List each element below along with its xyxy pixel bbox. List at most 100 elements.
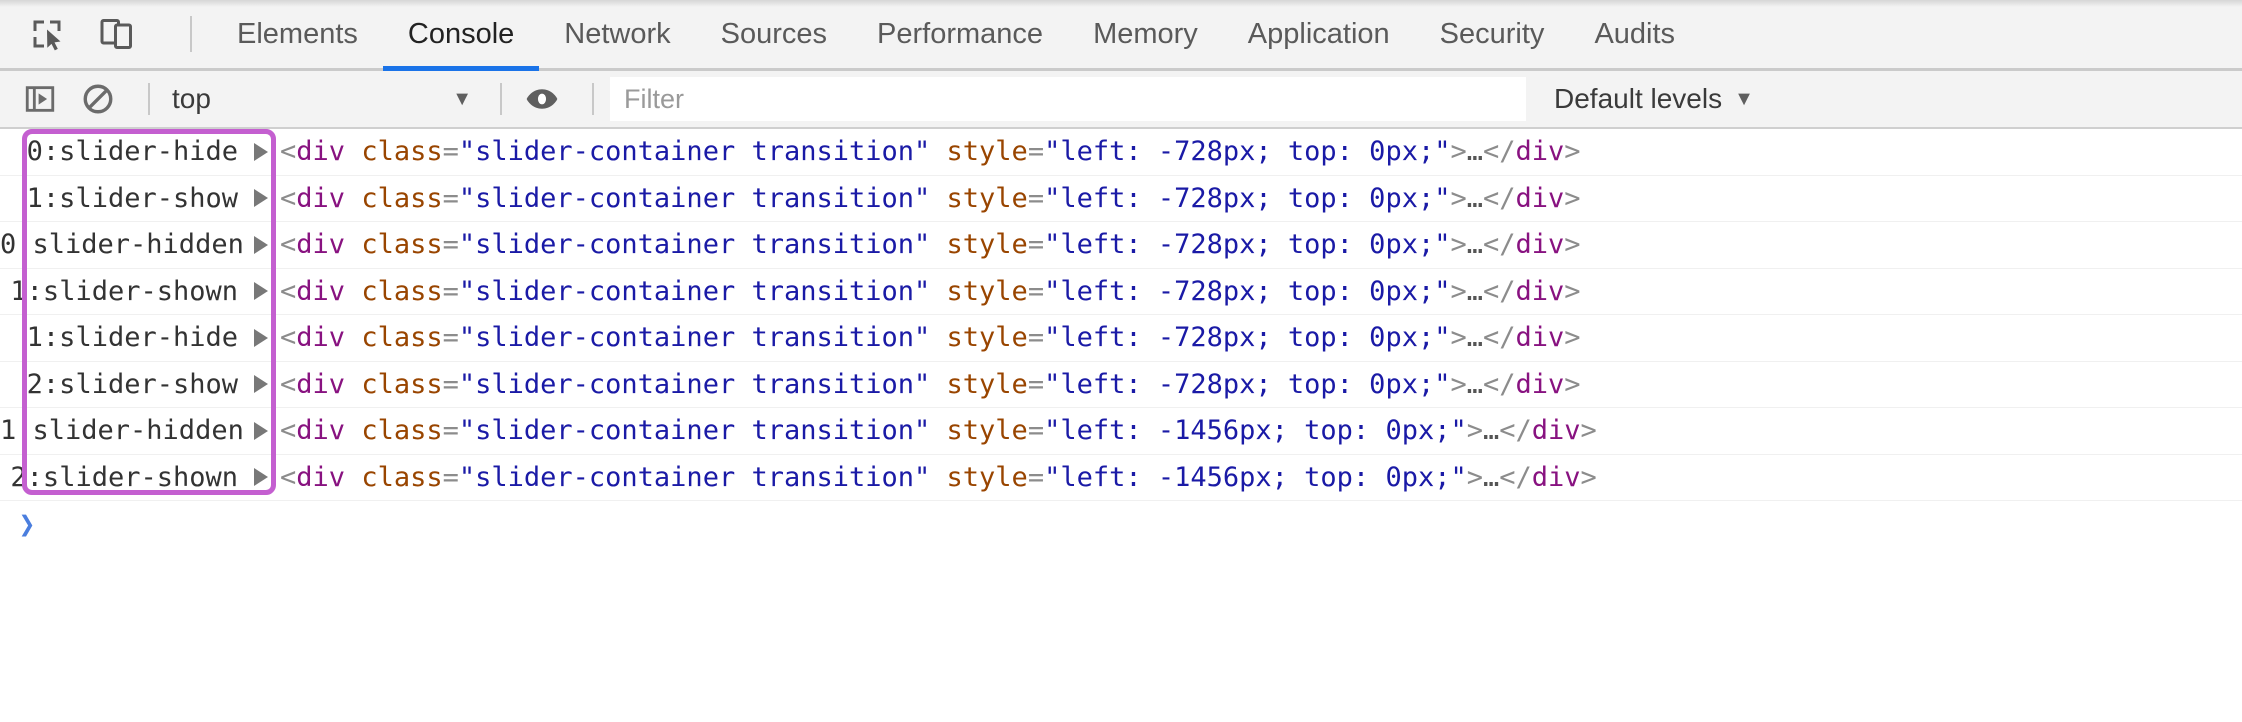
markup-token: > [1450, 229, 1467, 261]
markup-token: class [361, 229, 443, 261]
markup-token: style [946, 136, 1028, 168]
toolbar-divider-1 [148, 83, 150, 115]
tab-application[interactable]: Application [1223, 0, 1415, 68]
device-toolbar-icon[interactable] [94, 11, 140, 57]
markup-token: class [361, 322, 443, 354]
triangle-glyph [254, 282, 268, 301]
markup-token: < [280, 136, 297, 168]
console-log-markup: <div class="slider-container transition"… [276, 415, 2242, 446]
tab-sources[interactable]: Sources [696, 0, 852, 68]
markup-token: div [296, 415, 346, 447]
markup-token: … [1466, 229, 1483, 261]
console-log-row[interactable]: 1:slider-show <div class="slider-containe… [0, 176, 2242, 222]
markup-token [930, 415, 946, 446]
expand-triangle-icon[interactable] [246, 375, 276, 394]
markup-token: = [1027, 415, 1045, 447]
console-log-markup: <div class="slider-container transition"… [276, 136, 2242, 167]
tab-performance[interactable]: Performance [852, 0, 1068, 68]
execution-context-selector[interactable]: top ▼ [166, 77, 484, 121]
markup-token: "left: -728px; top: 0px;" [1044, 182, 1451, 214]
tab-memory[interactable]: Memory [1068, 0, 1223, 68]
console-log-row[interactable]: 2:slider-shown <div class="slider-contain… [0, 455, 2242, 501]
markup-token [345, 276, 361, 307]
markup-token: = [1027, 322, 1045, 354]
console-log-row[interactable]: 1:slider-shown <div class="slider-contain… [0, 269, 2242, 315]
tab-network[interactable]: Network [539, 0, 695, 68]
markup-token: div [1515, 136, 1565, 168]
console-log-row[interactable]: 0:slider-hide <div class="slider-containe… [0, 129, 2242, 176]
markup-token [345, 229, 361, 260]
console-log-markup: <div class="slider-container transition"… [276, 229, 2242, 260]
markup-token [345, 462, 361, 493]
markup-token: style [946, 461, 1028, 493]
markup-token: "slider-container transition" [458, 229, 931, 261]
devtools-tabbar: Elements Console Network Sources Perform… [0, 0, 2242, 71]
markup-token: class [361, 415, 443, 447]
live-expression-eye-icon[interactable] [518, 75, 566, 123]
tab-console[interactable]: Console [382, 0, 540, 71]
tab-security[interactable]: Security [1415, 0, 1570, 68]
tab-label: Network [564, 17, 671, 50]
console-sidebar-toggle-icon[interactable] [16, 75, 64, 123]
markup-token [345, 136, 361, 167]
markup-token: … [1466, 368, 1483, 400]
expand-triangle-icon[interactable] [246, 421, 276, 440]
markup-token: style [946, 275, 1028, 307]
console-log-row[interactable]: 2:slider-show <div class="slider-containe… [0, 362, 2242, 408]
tab-elements[interactable]: Elements [212, 0, 383, 68]
console-log-row[interactable]: 1:slider-hide <div class="slider-containe… [0, 315, 2242, 362]
console-prompt-row[interactable]: ❯ [0, 501, 2242, 547]
markup-token: style [946, 322, 1028, 354]
markup-token: "left: -728px; top: 0px;" [1044, 368, 1451, 400]
markup-token [345, 369, 361, 400]
console-log-row[interactable]: 0:slider-hidden <div class="slider-contai… [0, 222, 2242, 269]
markup-token: div [1531, 415, 1581, 447]
markup-token: "left: -1456px; top: 0px;" [1044, 461, 1467, 493]
markup-token: </ [1483, 322, 1516, 354]
console-filter-input[interactable] [610, 77, 1526, 121]
tab-label: Sources [720, 17, 828, 50]
markup-token: > [1564, 368, 1581, 400]
device-toolbar-glyph [100, 19, 132, 49]
markup-token: < [280, 368, 297, 400]
toolbar-divider-3 [592, 83, 594, 115]
console-log-markup: <div class="slider-container transition"… [276, 183, 2242, 214]
console-message-list[interactable]: 0:slider-hide <div class="slider-containe… [0, 129, 2242, 722]
markup-token: < [280, 322, 297, 354]
markup-token: … [1466, 182, 1483, 214]
markup-token: div [1515, 229, 1565, 261]
expand-triangle-icon[interactable] [246, 468, 276, 487]
markup-token: "left: -728px; top: 0px;" [1044, 322, 1451, 354]
markup-token: div [296, 229, 346, 261]
markup-token: </ [1499, 415, 1532, 447]
clear-console-icon[interactable] [74, 75, 122, 123]
markup-token: "slider-container transition" [458, 136, 931, 168]
markup-token: … [1466, 322, 1483, 354]
markup-token: div [296, 461, 346, 493]
expand-triangle-icon[interactable] [246, 282, 276, 301]
markup-token: </ [1483, 182, 1516, 214]
markup-token: > [1450, 182, 1467, 214]
console-log-row[interactable]: 1:slider-hidden <div class="slider-contai… [0, 408, 2242, 455]
console-log-markup: <div class="slider-container transition"… [276, 369, 2242, 400]
markup-token: style [946, 368, 1028, 400]
markup-token: div [1515, 275, 1565, 307]
markup-token: div [296, 275, 346, 307]
tab-audits[interactable]: Audits [1569, 0, 1700, 68]
eye-glyph [526, 89, 558, 109]
expand-triangle-icon[interactable] [246, 328, 276, 347]
markup-token: div [296, 368, 346, 400]
inspect-element-icon[interactable] [24, 11, 70, 57]
markup-token: > [1564, 229, 1581, 261]
no-entry-glyph [83, 84, 113, 114]
log-levels-selector[interactable]: Default levels ▼ [1554, 83, 1754, 115]
markup-token: "left: -1456px; top: 0px;" [1044, 415, 1467, 447]
expand-triangle-icon[interactable] [246, 189, 276, 208]
expand-triangle-icon[interactable] [246, 235, 276, 254]
markup-token: > [1564, 322, 1581, 354]
expand-triangle-icon[interactable] [246, 142, 276, 161]
markup-token: > [1580, 461, 1597, 493]
markup-token [345, 415, 361, 446]
markup-token [930, 183, 946, 214]
markup-token [930, 276, 946, 307]
